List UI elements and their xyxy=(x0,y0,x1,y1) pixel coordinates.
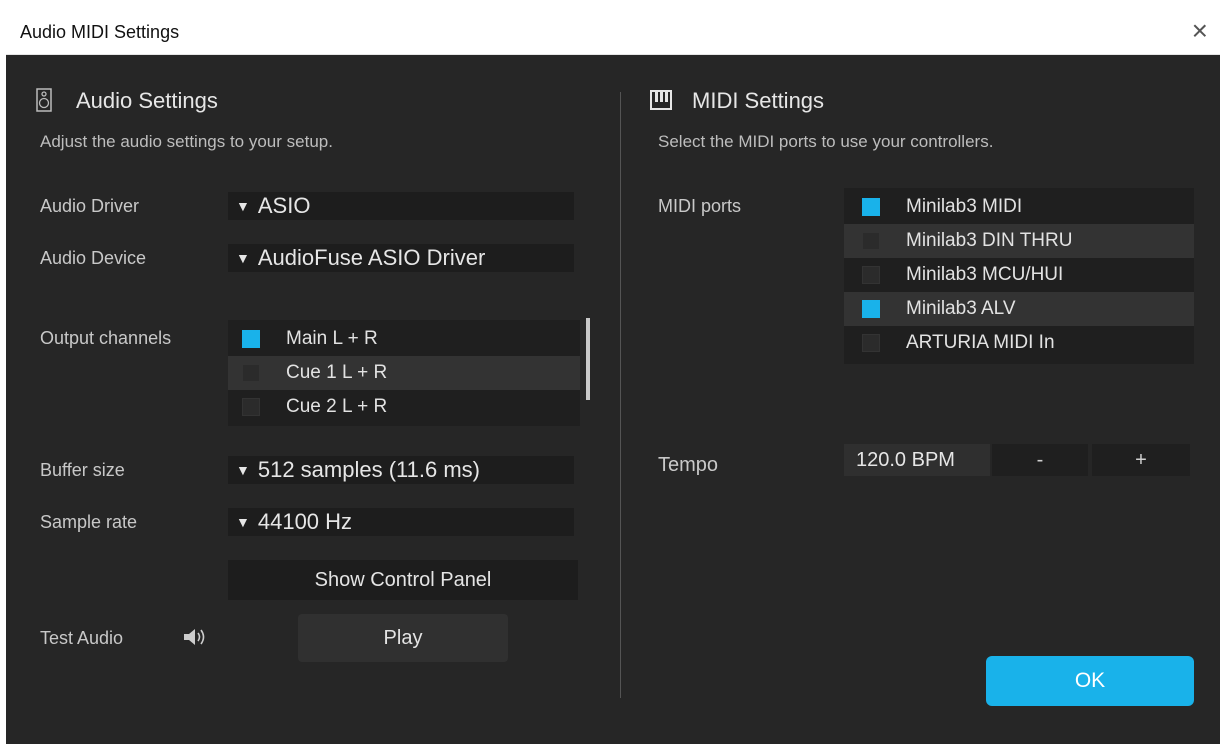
midi-settings-title: MIDI Settings xyxy=(692,88,825,113)
buffer-size-dropdown[interactable]: ▼ 512 samples (11.6 ms) xyxy=(228,456,574,484)
checkbox[interactable] xyxy=(862,266,880,284)
chevron-down-icon: ▼ xyxy=(236,462,250,478)
chevron-down-icon: ▼ xyxy=(236,198,250,214)
play-button[interactable]: Play xyxy=(298,614,508,662)
section-divider xyxy=(620,92,621,698)
audio-midi-settings-window: Audio MIDI Settings × Audio Settings Adj… xyxy=(6,10,1220,744)
midi-ports-label: MIDI ports xyxy=(658,196,742,216)
sample-rate-value: 44100 Hz xyxy=(257,509,353,534)
checkbox[interactable] xyxy=(862,300,880,318)
list-item-label: ARTURIA MIDI In xyxy=(906,332,1055,353)
window-title: Audio MIDI Settings xyxy=(20,22,180,42)
audio-driver-label: Audio Driver xyxy=(40,196,140,216)
tempo-increment-button[interactable]: + xyxy=(1092,444,1190,476)
checkbox[interactable] xyxy=(242,398,260,416)
test-audio-label: Test Audio xyxy=(40,628,124,648)
checkbox[interactable] xyxy=(862,334,880,352)
sample-rate-dropdown[interactable]: ▼ 44100 Hz xyxy=(228,508,574,536)
tempo-decrement-button[interactable]: - xyxy=(992,444,1088,476)
sample-rate-label: Sample rate xyxy=(40,512,138,532)
audio-driver-dropdown[interactable]: ▼ ASIO xyxy=(228,192,574,220)
audio-device-label: Audio Device xyxy=(40,248,147,268)
list-item-label: Minilab3 MIDI xyxy=(906,196,1023,217)
audio-device-dropdown[interactable]: ▼ AudioFuse ASIO Driver xyxy=(228,244,574,272)
output-channels-scrollbar[interactable] xyxy=(586,318,590,400)
checkbox[interactable] xyxy=(242,330,260,348)
checkbox[interactable] xyxy=(862,198,880,216)
chevron-down-icon: ▼ xyxy=(236,514,250,530)
list-item[interactable]: Minilab3 MIDI xyxy=(844,190,1194,224)
title-bar: Audio MIDI Settings × xyxy=(6,10,1220,55)
audio-driver-value: ASIO xyxy=(257,193,311,218)
close-icon[interactable]: × xyxy=(1192,16,1208,46)
list-item[interactable]: Minilab3 MCU/HUI xyxy=(844,258,1194,292)
chevron-down-icon: ▼ xyxy=(236,250,250,266)
volume-icon[interactable] xyxy=(182,626,208,648)
midi-settings-description: Select the MIDI ports to use your contro… xyxy=(658,132,994,151)
list-item-label: Minilab3 ALV xyxy=(906,298,1016,319)
list-item[interactable]: Cue 1 L + R xyxy=(228,356,580,390)
tempo-value-field[interactable]: 120.0 BPM xyxy=(844,444,990,476)
midi-ports-list: Minilab3 MIDI Minilab3 DIN THRU Minilab3… xyxy=(844,188,1194,364)
list-item[interactable]: Minilab3 DIN THRU xyxy=(844,224,1194,258)
tempo-label: Tempo xyxy=(658,454,719,476)
output-channels-label: Output channels xyxy=(40,328,172,348)
audio-device-value: AudioFuse ASIO Driver xyxy=(257,245,486,270)
list-item[interactable]: Main L + R xyxy=(228,322,580,356)
list-item-label: Minilab3 DIN THRU xyxy=(906,230,1073,251)
ok-button[interactable]: OK xyxy=(986,656,1194,706)
list-item[interactable]: Minilab3 ALV xyxy=(844,292,1194,326)
list-item[interactable]: Cue 2 L + R xyxy=(228,390,580,424)
list-item-label: Main L + R xyxy=(286,328,378,349)
speaker-icon xyxy=(36,88,52,112)
list-item-label: Minilab3 MCU/HUI xyxy=(906,264,1064,285)
audio-settings-description: Adjust the audio settings to your setup. xyxy=(40,132,333,151)
buffer-size-label: Buffer size xyxy=(40,460,125,480)
piano-keys-icon xyxy=(650,90,672,110)
list-item[interactable]: ARTURIA MIDI In xyxy=(844,326,1194,360)
list-item-label: Cue 2 L + R xyxy=(286,396,388,417)
checkbox[interactable] xyxy=(862,232,880,250)
buffer-size-value: 512 samples (11.6 ms) xyxy=(257,457,480,482)
show-control-panel-button[interactable]: Show Control Panel xyxy=(228,560,578,600)
output-channels-list: Main L + R Cue 1 L + R Cue 2 L + R xyxy=(228,320,580,426)
audio-settings-title: Audio Settings xyxy=(76,88,218,113)
checkbox[interactable] xyxy=(242,364,260,382)
list-item-label: Cue 1 L + R xyxy=(286,362,388,383)
